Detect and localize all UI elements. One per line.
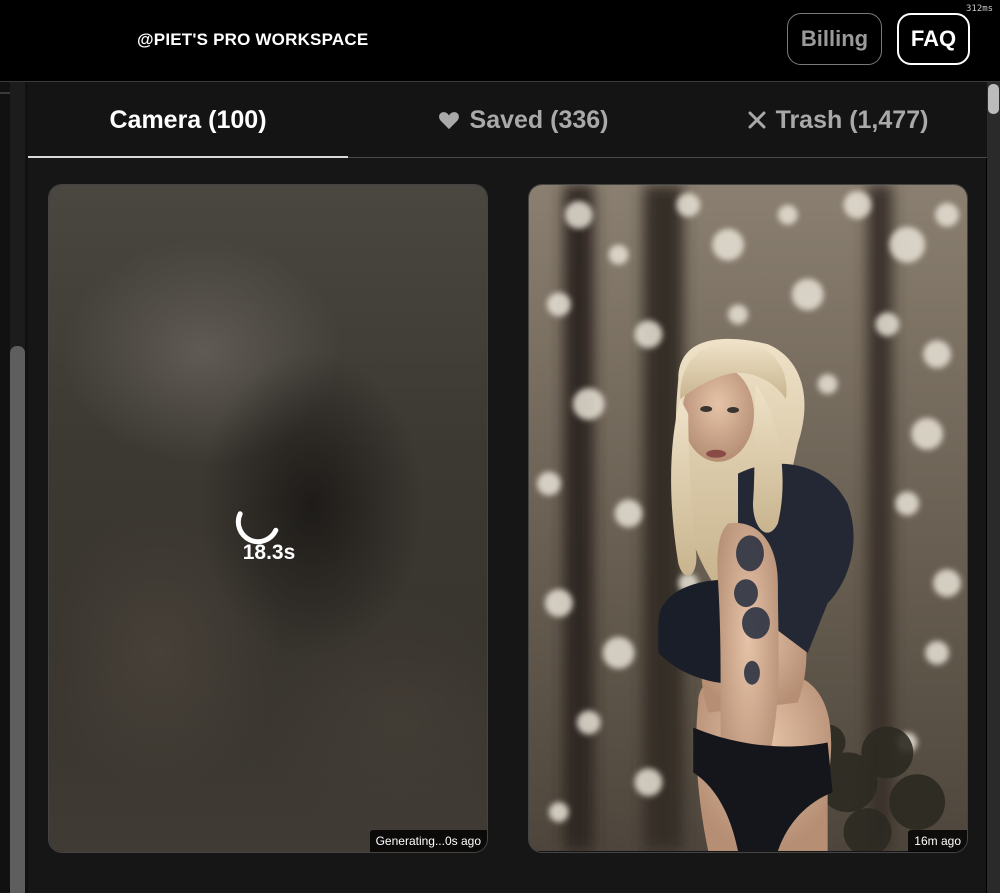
top-bar: @PIET'S PRO WORKSPACE Billing FAQ 312ms [0, 0, 1000, 82]
left-scrollbar-thumb[interactable] [10, 346, 25, 893]
tab-saved[interactable]: Saved (336) [368, 82, 678, 158]
billing-button[interactable]: Billing [787, 13, 882, 65]
x-icon [748, 111, 766, 129]
generated-photo [529, 185, 967, 851]
workspace-title: @PIET'S PRO WORKSPACE [137, 30, 369, 49]
right-scrollbar-thumb[interactable] [988, 84, 999, 114]
timing-readout: 312ms [966, 4, 994, 14]
active-tab-indicator [28, 156, 348, 158]
right-scrollbar-track[interactable] [987, 82, 1000, 893]
tab-divider [348, 157, 987, 158]
tab-trash-label: Trash (1,477) [775, 105, 929, 134]
heart-icon [438, 110, 460, 130]
tab-trash[interactable]: Trash (1,477) [688, 82, 988, 158]
generating-badge: Generating...0s ago [369, 830, 487, 852]
left-rail-divider [0, 92, 10, 94]
loading-spinner-icon [235, 511, 279, 545]
tab-camera[interactable]: Camera (100) [28, 82, 348, 158]
generated-photo-card[interactable]: 16m ago [528, 184, 968, 853]
tab-camera-label: Camera (100) [109, 105, 267, 134]
elapsed-time: 18.3s [242, 541, 296, 564]
generating-card[interactable]: 18.3s Generating...0s ago [48, 184, 488, 853]
tab-saved-label: Saved (336) [469, 105, 609, 134]
timestamp-badge: 16m ago [908, 830, 967, 852]
faq-button[interactable]: FAQ [897, 13, 970, 65]
tab-bar: Camera (100) Saved (336) Trash (1,477) [28, 82, 987, 158]
